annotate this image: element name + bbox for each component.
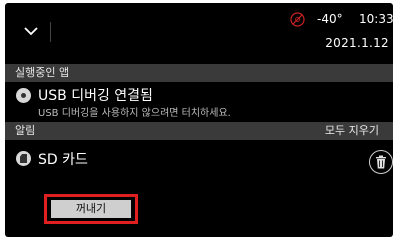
time-text: 10:33 bbox=[359, 12, 393, 26]
sd-card-icon bbox=[16, 151, 31, 166]
delete-notification-button[interactable] bbox=[369, 150, 393, 174]
collapse-button[interactable] bbox=[19, 19, 43, 43]
running-apps-header: 실행중인 앱 bbox=[5, 64, 393, 82]
eject-button[interactable]: 꺼내기 bbox=[51, 200, 131, 218]
usb-debug-title: USB 디버깅 연결됨 bbox=[38, 88, 153, 104]
sd-card-notification: SD 카드 꺼내기 bbox=[5, 141, 393, 237]
usb-debug-notification[interactable]: USB 디버깅 연결됨 USB 디버깅을 사용하지 않으려면 터치하세요. bbox=[5, 83, 393, 121]
eject-highlight: 꺼내기 bbox=[44, 194, 138, 224]
trash-icon bbox=[376, 155, 386, 169]
usb-debug-subtitle: USB 디버깅을 사용하지 않으려면 터치하세요. bbox=[38, 108, 231, 119]
sd-card-title: SD 카드 bbox=[38, 152, 88, 168]
running-apps-label: 실행중인 앱 bbox=[15, 66, 70, 79]
temperature-text: -40° bbox=[317, 12, 343, 26]
notification-panel: -40° 10:33 2021.1.12 실행중인 앱 USB 디버깅 연결됨 … bbox=[5, 3, 393, 237]
alarms-label: 알림 bbox=[15, 124, 36, 137]
chevron-down-icon bbox=[24, 27, 38, 36]
alarms-header: 알림 모두 지우기 bbox=[5, 122, 393, 140]
date-text: 2021.1.12 bbox=[325, 36, 389, 50]
usb-debug-icon bbox=[16, 88, 31, 103]
clear-all-button[interactable]: 모두 지우기 bbox=[325, 122, 379, 140]
no-signal-icon bbox=[290, 12, 305, 27]
status-bar: -40° 10:33 2021.1.12 bbox=[5, 3, 393, 63]
status-divider bbox=[50, 22, 51, 42]
